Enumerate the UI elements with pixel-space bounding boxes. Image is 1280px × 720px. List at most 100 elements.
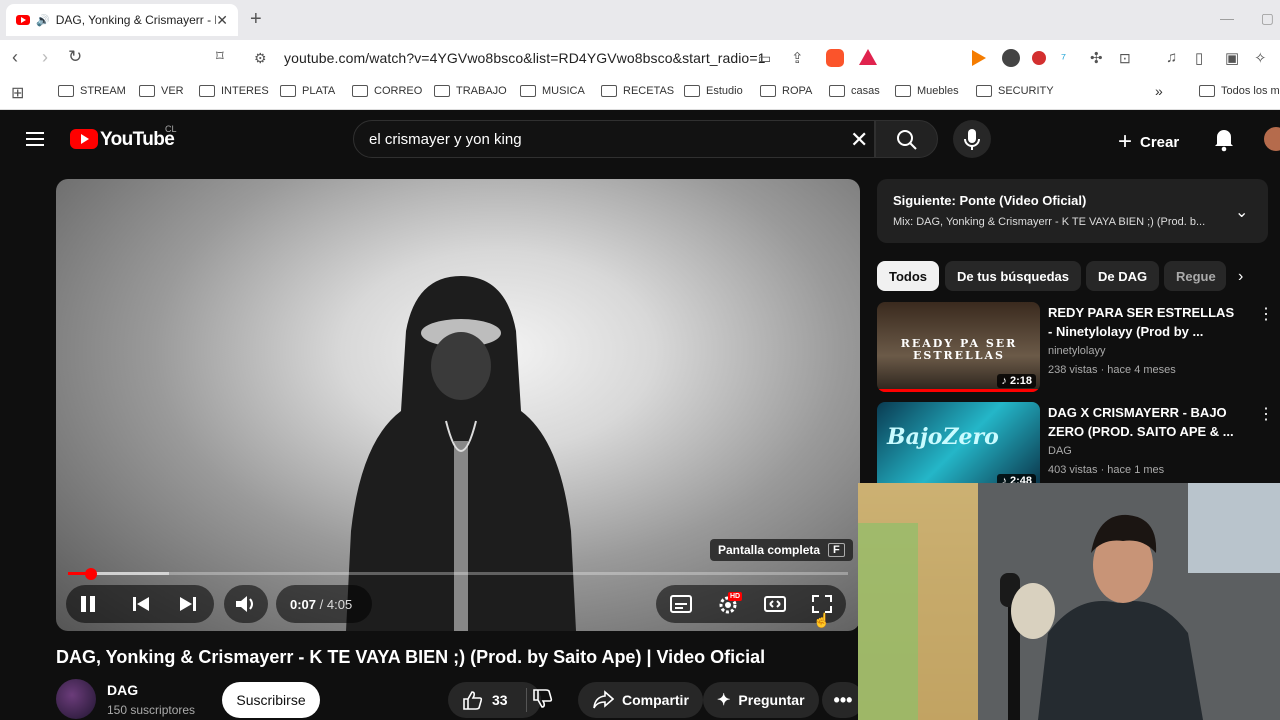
volume-button[interactable] <box>234 593 258 620</box>
bookmark-ropa[interactable]: ROPA <box>760 85 812 97</box>
related-thumbnail[interactable]: READY PA SER ESTRELLAS ♪ 2:18 <box>877 302 1040 392</box>
music-icon[interactable]: ♫ <box>1166 49 1177 66</box>
bookmark-label: RECETAS <box>623 85 675 97</box>
extension-3-icon[interactable] <box>1032 51 1046 65</box>
previous-button[interactable] <box>131 594 151 619</box>
next-button[interactable] <box>178 594 198 619</box>
search-button[interactable] <box>875 120 938 158</box>
share-page-icon[interactable]: ⇪ <box>791 49 804 67</box>
bookmark-ver[interactable]: VER <box>139 85 184 97</box>
leo-icon[interactable]: ✧ <box>1254 49 1267 67</box>
share-button[interactable]: Compartir <box>578 682 703 718</box>
settings-button[interactable]: HD <box>716 592 743 621</box>
reload-icon[interactable]: ↻ <box>68 47 82 67</box>
bookmark-security[interactable]: SECURITY <box>976 85 1054 97</box>
maximize-icon[interactable]: ▢ <box>1261 10 1274 27</box>
close-tab-icon[interactable]: ✕ <box>216 12 228 29</box>
bookmark-label: Todos los m <box>1221 85 1280 97</box>
related-thumbnail[interactable]: BajoZero ♪ 2:48 <box>877 402 1040 492</box>
bookmark-other[interactable]: Todos los m <box>1199 85 1280 97</box>
bookmark-trabajo[interactable]: TRABAJO <box>434 85 507 97</box>
wallet-icon[interactable]: ▣ <box>1225 49 1239 67</box>
webcam-overlay <box>858 483 1280 720</box>
new-tab-icon[interactable]: + <box>250 8 262 31</box>
menu-icon[interactable] <box>26 132 44 146</box>
video-player[interactable] <box>56 179 860 631</box>
folder-icon <box>1199 85 1215 97</box>
related-channel[interactable]: DAG <box>1048 445 1072 457</box>
next-icon <box>180 597 196 611</box>
bookmark-interes[interactable]: INTERES <box>199 85 269 97</box>
next-up-title[interactable]: Siguiente: Ponte (Video Oficial) <box>893 193 1086 208</box>
forward-icon[interactable]: › <box>42 47 48 68</box>
tooltip-shortcut: F <box>828 543 845 557</box>
bookmark-stream[interactable]: STREAM <box>58 85 126 97</box>
related-channel[interactable]: ninetylolayy <box>1048 345 1105 357</box>
chip-regue[interactable]: Regue <box>1164 261 1226 291</box>
speaker-icon[interactable]: 🔊 <box>36 14 50 27</box>
bookmark-casas[interactable]: casas <box>829 85 880 97</box>
url-field[interactable]: youtube.com/watch?v=4YGVwo8bsco&list=RD4… <box>284 50 765 66</box>
chip-from-dag[interactable]: De DAG <box>1086 261 1160 291</box>
related-title[interactable]: REDY PARA SER ESTRELLAS - Ninetylolayy (… <box>1048 303 1238 341</box>
bookmark-estudio[interactable]: Estudio <box>684 85 743 97</box>
theater-icon <box>764 596 786 612</box>
ask-button[interactable]: ✦ Preguntar <box>703 682 819 718</box>
browser-tab[interactable]: 🔊 DAG, Yonking & Crismayerr - K T ✕ <box>6 4 238 36</box>
youtube-logo-icon[interactable] <box>70 129 98 149</box>
like-button[interactable]: 33 <box>448 682 541 718</box>
minimize-icon[interactable]: — <box>1220 10 1234 26</box>
kebab-menu-icon[interactable]: ⋮ <box>1258 404 1274 424</box>
extensions-puzzle-icon[interactable]: ✣ <box>1090 49 1103 67</box>
subscriber-count: 150 suscriptores <box>107 703 196 717</box>
thumbnail-text: READY PA SER ESTRELLAS <box>900 337 1018 362</box>
bookmark-label: SECURITY <box>998 85 1054 97</box>
pause-button[interactable] <box>78 594 98 619</box>
bookmarks-overflow-button[interactable]: » <box>1155 83 1163 99</box>
chip-searches[interactable]: De tus búsquedas <box>945 261 1081 291</box>
cast-icon[interactable]: ▭ <box>758 50 771 67</box>
notifications-button[interactable] <box>1212 126 1236 152</box>
apps-grid-icon[interactable]: ⊞ <box>11 83 24 103</box>
youtube-favicon-icon <box>16 15 30 25</box>
next-up-card[interactable] <box>877 179 1268 243</box>
channel-name[interactable]: DAG <box>107 682 138 698</box>
bookmark-correo[interactable]: CORREO <box>352 85 422 97</box>
voice-search-button[interactable] <box>953 120 991 158</box>
chip-all[interactable]: Todos <box>877 261 940 291</box>
back-icon[interactable]: ‹ <box>12 47 18 68</box>
chevron-down-icon[interactable]: ⌄ <box>1235 202 1248 222</box>
subtitles-button[interactable] <box>670 594 692 619</box>
brave-shield-icon[interactable] <box>826 49 844 67</box>
search-query[interactable]: el crismayer y yon king <box>369 131 522 148</box>
thumbnail-text: BajoZero <box>887 424 999 450</box>
sidebar-toggle-icon[interactable]: ▯ <box>1195 49 1203 67</box>
clear-search-icon[interactable]: ✕ <box>850 127 868 153</box>
theater-mode-button[interactable] <box>764 594 786 619</box>
related-title[interactable]: DAG X CRISMAYERR - BAJO ZERO (PROD. SAIT… <box>1048 403 1238 441</box>
channel-avatar[interactable] <box>56 679 96 719</box>
extension-2-icon[interactable] <box>1002 49 1020 67</box>
extension-6-icon[interactable]: ⊡ <box>1119 50 1131 67</box>
previous-icon <box>133 597 149 611</box>
bookmark-recetas[interactable]: RECETAS <box>601 85 674 97</box>
brave-rewards-icon[interactable] <box>859 49 877 65</box>
kebab-menu-icon[interactable]: ⋮ <box>1258 304 1274 324</box>
extension-4-icon[interactable]: ⁷ <box>1061 50 1066 66</box>
bookmark-musica[interactable]: MUSICA <box>520 85 585 97</box>
chevron-right-icon[interactable]: › <box>1238 268 1243 286</box>
create-button[interactable]: + Crear <box>1118 128 1179 156</box>
subscribe-button[interactable]: Suscribirse <box>222 682 320 718</box>
bookmark-label: Estudio <box>706 85 743 97</box>
folder-icon <box>520 85 536 97</box>
progress-bar[interactable] <box>68 572 848 575</box>
youtube-logo-text[interactable]: YouTube <box>100 129 175 151</box>
bookmark-plata[interactable]: PLATA <box>280 85 335 97</box>
hd-badge: HD <box>728 592 743 601</box>
bookmark-page-icon[interactable]: ⌑ <box>216 47 224 65</box>
folder-icon <box>601 85 617 97</box>
bookmark-muebles[interactable]: Muebles <box>895 85 959 97</box>
dislike-button[interactable] <box>532 689 554 714</box>
site-settings-icon[interactable]: ⚙ <box>254 50 267 67</box>
play-extension-icon[interactable] <box>972 50 986 66</box>
